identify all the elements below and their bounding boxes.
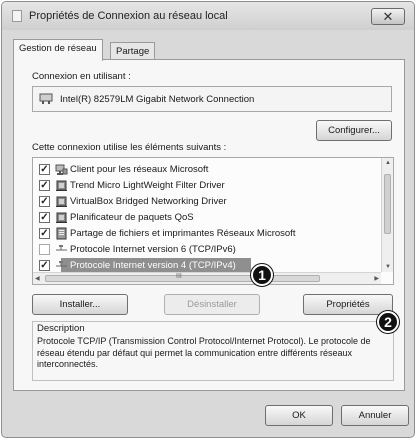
item-checkbox[interactable]: ✓ — [39, 180, 50, 191]
item-label: Protocole Internet version 6 (TCP/IPv6) — [70, 244, 236, 255]
configure-button[interactable]: Configurer... — [316, 120, 392, 141]
close-button[interactable]: ✕ — [371, 8, 405, 25]
scroll-right-icon[interactable]: ▶ — [374, 275, 379, 282]
window-icon — [12, 10, 22, 22]
item-label: Planificateur de paquets QoS — [70, 212, 194, 223]
description-text: Protocole TCP/IP (Transmission Control P… — [37, 336, 371, 369]
item-checkbox[interactable]: ✓ — [39, 212, 50, 223]
cancel-button[interactable]: Annuler — [341, 405, 409, 426]
protocol-icon — [56, 261, 67, 267]
scroll-left-icon[interactable]: ◀ — [35, 275, 40, 282]
components-rows: ✓ Client pour les réseaux Microsoft ✓ Trend… — [33, 158, 381, 272]
vertical-scroll-thumb[interactable] — [384, 174, 391, 234]
components-list[interactable]: ✓ Client pour les réseaux Microsoft ✓ Trend… — [32, 157, 394, 285]
horizontal-scrollbar[interactable]: ◀ III ▶ — [33, 272, 381, 284]
scroll-grip-icon: III — [176, 273, 182, 280]
horizontal-scroll-thumb[interactable]: III — [45, 273, 320, 282]
item-label: Client pour les réseaux Microsoft — [70, 164, 209, 175]
list-item[interactable]: Protocole Internet version 6 (TCP/IPv6) — [33, 242, 381, 257]
list-item[interactable]: ✓ Partage de fichiers et imprimantes Rése… — [33, 226, 381, 241]
network-adapter-icon — [39, 93, 53, 104]
tab-partage[interactable]: Partage — [110, 42, 156, 60]
ok-button[interactable]: OK — [265, 405, 333, 426]
description-title: Description — [37, 323, 85, 334]
list-item[interactable]: ✓ Client pour les réseaux Microsoft — [33, 162, 381, 177]
driver-icon — [56, 212, 67, 223]
window-title: Propriétés de Connexion au réseau local — [29, 10, 228, 22]
driver-icon — [56, 180, 67, 191]
scroll-down-icon[interactable]: ▼ — [385, 264, 391, 270]
file-share-icon — [56, 227, 67, 240]
items-label: Cette connexion utilise les éléments sui… — [32, 142, 227, 153]
network-client-icon — [55, 164, 68, 175]
adapter-name: Intel(R) 82579LM Gigabit Network Connect… — [60, 94, 255, 105]
title-bar[interactable]: Propriétés de Connexion au réseau local … — [2, 2, 414, 30]
item-label: Trend Micro LightWeight Filter Driver — [70, 180, 225, 191]
install-button[interactable]: Installer... — [32, 294, 128, 315]
vertical-scrollbar[interactable]: ▲ ▼ — [381, 158, 393, 272]
item-checkbox[interactable]: ✓ — [39, 228, 50, 239]
scroll-up-icon[interactable]: ▲ — [385, 160, 391, 166]
description-group: Description Protocole TCP/IP (Transmissi… — [32, 321, 394, 381]
properties-dialog: Propriétés de Connexion au réseau local … — [1, 1, 415, 438]
callout-marker-1: 1 — [251, 264, 273, 286]
list-item[interactable]: ✓ Protocole Internet version 4 (TCP/IPv4) — [33, 258, 381, 272]
driver-icon — [56, 196, 67, 207]
properties-button[interactable]: Propriétés — [303, 294, 393, 315]
list-item[interactable]: ✓ Trend Micro LightWeight Filter Driver — [33, 178, 381, 193]
uninstall-button[interactable]: Désinstaller — [164, 294, 260, 315]
item-checkbox[interactable]: ✓ — [39, 196, 50, 207]
item-label: Partage de fichiers et imprimantes Résea… — [70, 228, 296, 239]
tab-panel: Connexion en utilisant : Intel(R) 82579L… — [13, 59, 405, 391]
connection-label: Connexion en utilisant : — [32, 71, 131, 82]
adapter-field: Intel(R) 82579LM Gigabit Network Connect… — [32, 86, 392, 112]
item-label: VirtualBox Bridged Networking Driver — [70, 196, 227, 207]
list-item[interactable]: ✓ Planificateur de paquets QoS — [33, 210, 381, 225]
protocol-icon — [56, 245, 67, 251]
item-checkbox[interactable]: ✓ — [39, 164, 50, 175]
close-icon: ✕ — [382, 8, 394, 24]
item-label: Protocole Internet version 4 (TCP/IPv4) — [70, 260, 236, 271]
item-checkbox[interactable]: ✓ — [39, 260, 50, 271]
callout-marker-2: 2 — [377, 311, 399, 333]
tab-gestion-de-reseau[interactable]: Gestion de réseau — [13, 39, 103, 61]
item-checkbox[interactable] — [39, 244, 50, 255]
list-item[interactable]: ✓ VirtualBox Bridged Networking Driver — [33, 194, 381, 209]
